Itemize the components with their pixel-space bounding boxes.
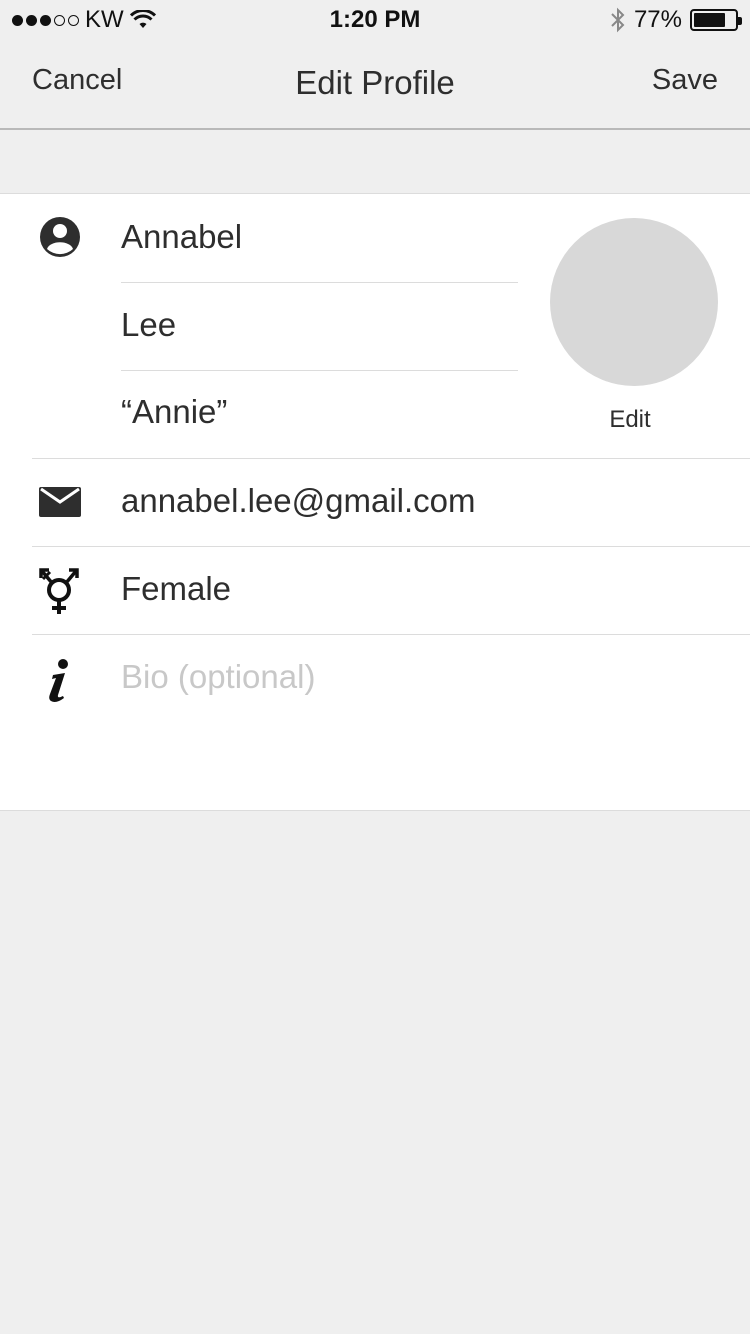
divider (32, 458, 750, 459)
edit-profile-screen: KW 1:20 PM 77% Cancel Edit Profile Save (0, 0, 750, 1334)
email-field[interactable]: annabel.lee@gmail.com (121, 482, 476, 520)
gender-field[interactable]: Female (121, 570, 231, 608)
info-icon (38, 656, 82, 706)
divider (32, 634, 750, 635)
status-right: 77% (610, 6, 742, 34)
divider (121, 282, 518, 283)
status-bar: KW 1:20 PM 77% (0, 0, 750, 40)
bio-field[interactable]: Bio (optional) (121, 658, 315, 696)
avatar[interactable] (550, 218, 718, 386)
profile-form-card: Annabel Lee “Annie” Edit annabel.lee@gma… (0, 193, 750, 811)
divider (32, 546, 750, 547)
battery-percent: 77% (633, 6, 682, 33)
first-name-field[interactable]: Annabel (121, 218, 242, 256)
battery-icon (690, 9, 742, 31)
battery-cap (738, 17, 742, 25)
cancel-button[interactable]: Cancel (32, 64, 122, 97)
last-name-field[interactable]: Lee (121, 306, 176, 344)
save-button[interactable]: Save (652, 64, 718, 97)
divider (121, 370, 518, 371)
nickname-field[interactable]: “Annie” (121, 393, 227, 431)
navigation-bar: Cancel Edit Profile Save (0, 40, 750, 130)
edit-avatar-button[interactable]: Edit (550, 406, 710, 434)
transgender-symbol-icon (38, 566, 82, 616)
battery-fill (694, 13, 725, 27)
person-circle-icon (38, 215, 82, 259)
bluetooth-icon (611, 7, 625, 33)
envelope-icon (38, 480, 82, 524)
